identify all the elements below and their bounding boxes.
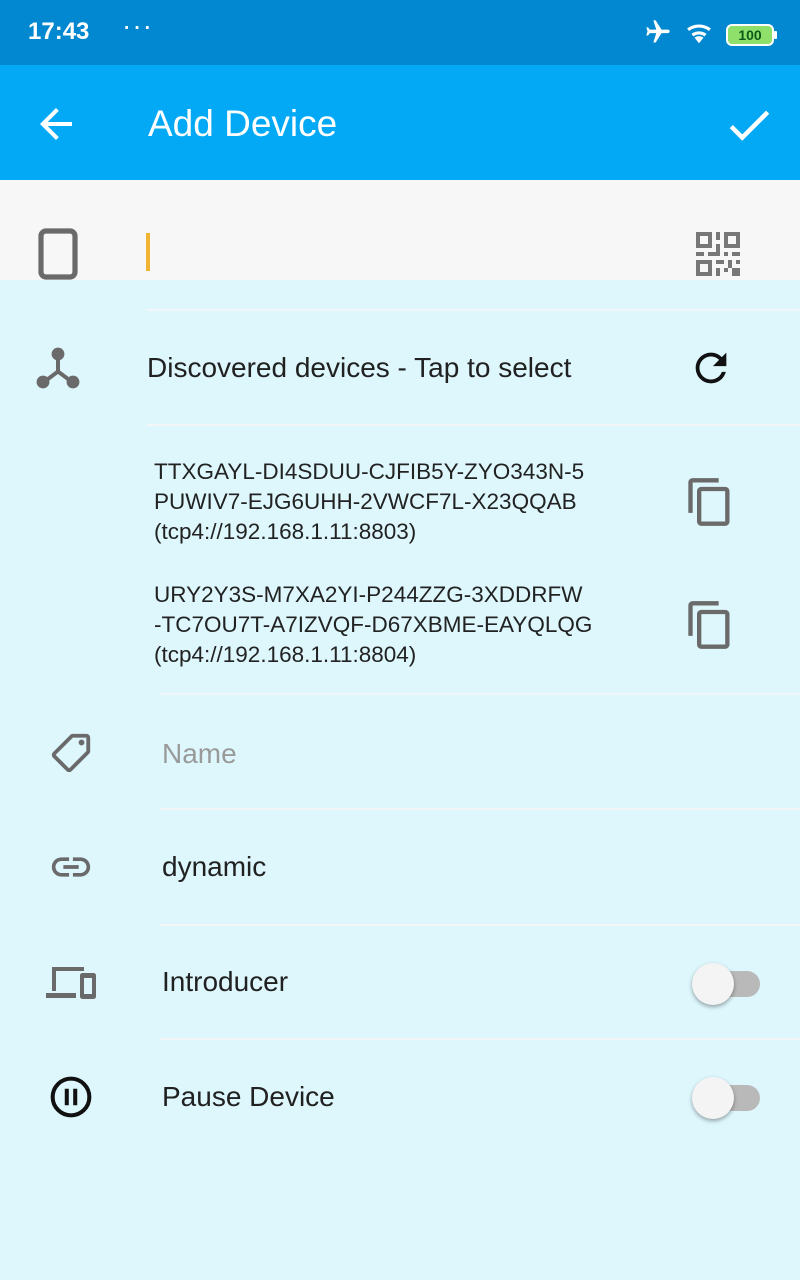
battery-icon: 100 xyxy=(726,23,777,46)
pause-device-label: Pause Device xyxy=(162,1081,335,1112)
copy-button[interactable] xyxy=(684,599,736,651)
divider xyxy=(160,693,800,695)
device-id-text: URY2Y3S-M7XA2YI-P244ZZG-3XDDRFW -TC7OU7T… xyxy=(154,580,592,670)
divider xyxy=(160,1038,800,1040)
toggle-thumb xyxy=(692,1077,734,1119)
device-id-row xyxy=(0,180,800,280)
back-button[interactable] xyxy=(32,100,80,148)
device-id-line: PUWIV7-EJG6UHH-2VWCF7L-X23QQAB xyxy=(154,489,577,514)
device-id-line: TTXGAYL-DI4SDUU-CJFIB5Y-ZYO343N-5 xyxy=(154,459,585,484)
page-title: Add Device xyxy=(148,103,338,144)
divider xyxy=(146,424,800,426)
link-icon xyxy=(48,847,94,892)
tag-icon xyxy=(48,730,94,781)
devices-icon xyxy=(46,963,98,1006)
device-address-line: (tcp4://192.168.1.11:8803) xyxy=(154,519,417,544)
copy-button[interactable] xyxy=(684,476,736,528)
refresh-button[interactable] xyxy=(688,345,734,391)
check-icon xyxy=(722,110,776,156)
toggle-thumb xyxy=(692,963,734,1005)
device-id-input[interactable] xyxy=(146,220,666,280)
network-icon xyxy=(36,347,80,394)
device-id-line: URY2Y3S-M7XA2YI-P244ZZG-3XDDRFW xyxy=(154,582,583,607)
pause-device-toggle[interactable] xyxy=(692,1072,762,1119)
status-more-dots: ··· xyxy=(122,10,153,41)
wifi-icon xyxy=(684,19,714,50)
copy-icon xyxy=(684,601,736,655)
name-field[interactable]: Name xyxy=(160,718,780,788)
name-placeholder: Name xyxy=(162,738,237,769)
divider xyxy=(146,309,800,311)
status-time: 17:43 xyxy=(28,18,90,45)
introducer-label: Introducer xyxy=(162,966,289,997)
text-cursor xyxy=(146,233,150,271)
divider xyxy=(160,808,800,810)
device-address-line: (tcp4://192.168.1.11:8804) xyxy=(154,642,417,667)
discovered-device-item[interactable]: URY2Y3S-M7XA2YI-P244ZZG-3XDDRFW -TC7OU7T… xyxy=(146,576,666,676)
device-id-line: -TC7OU7T-A7IZVQF-D67XBME-EAYQLQG xyxy=(154,612,593,637)
refresh-icon xyxy=(688,352,734,395)
back-arrow-icon xyxy=(32,108,80,152)
confirm-button[interactable] xyxy=(722,98,776,152)
pause-circle-icon xyxy=(49,1075,93,1124)
app-bar: Add Device xyxy=(0,65,800,180)
divider xyxy=(160,924,800,926)
qr-code-icon xyxy=(696,232,740,280)
discovered-devices-label: Discovered devices - Tap to select xyxy=(147,352,572,383)
airplane-icon xyxy=(644,18,672,51)
introducer-toggle[interactable] xyxy=(692,958,762,1005)
discovered-device-item[interactable]: TTXGAYL-DI4SDUU-CJFIB5Y-ZYO343N-5 PUWIV7… xyxy=(146,452,666,552)
scan-qr-button[interactable] xyxy=(696,232,740,276)
addresses-field[interactable]: dynamic xyxy=(160,833,780,903)
status-icons: 100 xyxy=(644,18,777,51)
status-bar: 17:43 ··· 100 xyxy=(0,0,800,65)
phone-icon xyxy=(38,228,78,285)
addresses-value: dynamic xyxy=(162,851,267,882)
copy-icon xyxy=(684,478,736,532)
device-id-text: TTXGAYL-DI4SDUU-CJFIB5Y-ZYO343N-5 PUWIV7… xyxy=(154,457,584,547)
